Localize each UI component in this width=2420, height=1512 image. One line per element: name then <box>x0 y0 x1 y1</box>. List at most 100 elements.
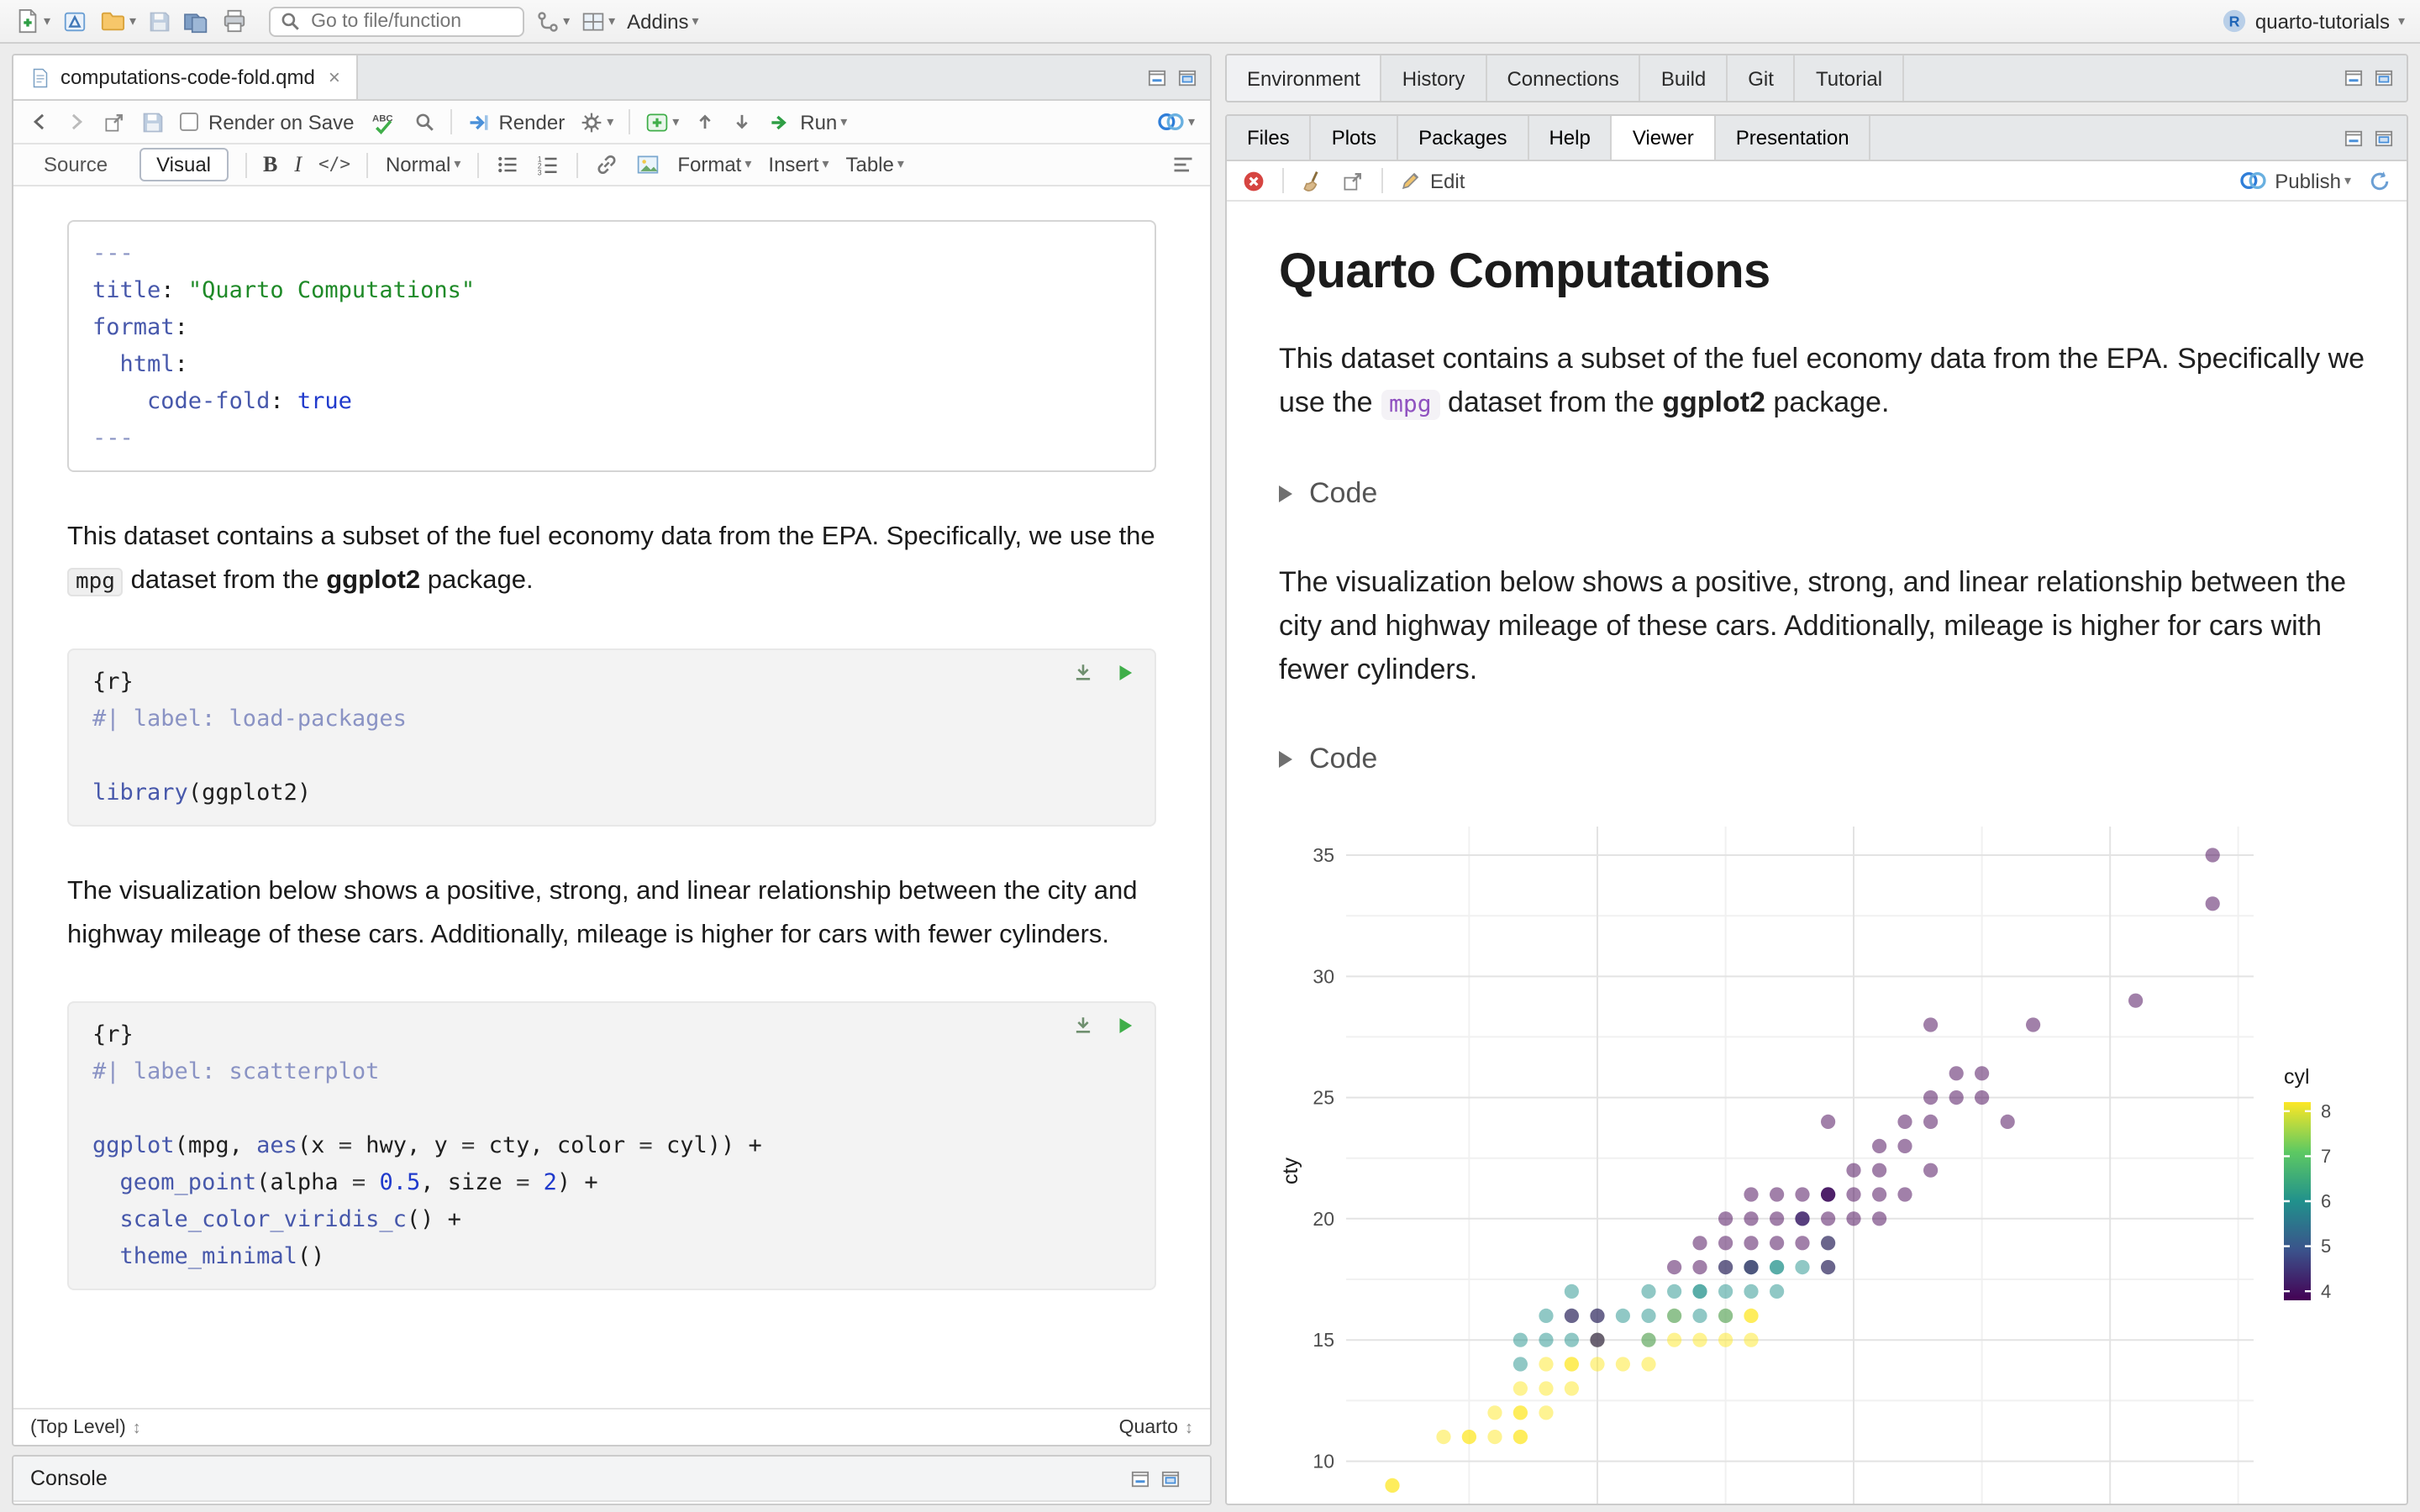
svg-text:5: 5 <box>2321 1236 2331 1257</box>
minimize-pane-icon[interactable] <box>1131 1469 1150 1488</box>
maximize-pane-icon[interactable] <box>1178 68 1197 87</box>
code-fold-toggle[interactable]: Code <box>1279 743 2393 776</box>
right-column: Environment History Connections Build Gi… <box>1225 54 2408 1505</box>
code-fold-label: Code <box>1309 743 1378 774</box>
code-chunk-scatterplot[interactable]: {r} #| label: scatterplot ggplot(mpg, aes… <box>67 1001 1156 1290</box>
render-button[interactable]: Render <box>466 110 565 134</box>
link-icon[interactable] <box>595 153 618 176</box>
chunk-actions <box>1072 1015 1136 1037</box>
print-button[interactable] <box>222 8 247 34</box>
updown-icon: ↕ <box>1185 1419 1193 1437</box>
open-in-browser-icon[interactable] <box>1341 169 1365 192</box>
publish-button[interactable]: Publish ▾ <box>2238 169 2351 192</box>
bullet-list-icon[interactable] <box>496 153 519 176</box>
numbered-list-icon[interactable]: 123 <box>536 153 560 176</box>
yaml-block[interactable]: --- title: "Quarto Computations" format: h… <box>67 220 1156 472</box>
scope-selector[interactable]: (Top Level) ↕ <box>30 1417 141 1437</box>
tab-viewer[interactable]: Viewer <box>1612 116 1716 160</box>
maximize-pane-icon[interactable] <box>2375 69 2393 87</box>
chevron-down-icon: ▾ <box>672 113 680 129</box>
tab-packages[interactable]: Packages <box>1398 116 1529 160</box>
editor-tab[interactable]: computations-code-fold.qmd × <box>13 55 359 99</box>
save-all-button[interactable] <box>183 9 210 33</box>
popout-icon[interactable] <box>103 110 126 134</box>
viewer-toolbar: Edit Publish ▾ <box>1227 161 2407 202</box>
edit-button[interactable]: Edit <box>1400 169 1465 192</box>
new-file-icon <box>15 8 40 34</box>
render-on-save-checkbox[interactable]: Render on Save <box>180 110 354 134</box>
chunk-code: {r} #| label: load-packages library(ggplo… <box>92 664 1131 811</box>
italic-button[interactable]: I <box>294 151 302 178</box>
code-fold-toggle[interactable]: Code <box>1279 477 2393 511</box>
refresh-icon[interactable] <box>2368 169 2391 192</box>
addins-menu[interactable]: Addins ▾ <box>627 9 698 33</box>
tab-connections[interactable]: Connections <box>1486 55 1641 101</box>
tab-presentation[interactable]: Presentation <box>1716 116 1871 160</box>
find-icon[interactable] <box>413 111 434 133</box>
tab-history[interactable]: History <box>1382 55 1487 101</box>
document-icon <box>30 66 50 88</box>
back-icon[interactable] <box>29 111 50 133</box>
new-project-button[interactable] <box>62 8 87 34</box>
publish-button[interactable]: ▾ <box>1156 111 1195 133</box>
visual-editor-canvas[interactable]: --- title: "Quarto Computations" format: h… <box>13 186 1210 1408</box>
code-chunk-load-packages[interactable]: {r} #| label: load-packages library(ggplo… <box>67 648 1156 827</box>
run-chunk-icon[interactable] <box>1114 662 1136 684</box>
insert-chunk-button[interactable]: ▾ <box>645 110 679 134</box>
table-menu[interactable]: Table ▾ <box>845 153 903 176</box>
chevron-down-icon: ▾ <box>563 13 571 28</box>
format-menu[interactable]: Format ▾ <box>677 153 751 176</box>
forward-icon[interactable] <box>66 111 87 133</box>
run-chunks-above-icon[interactable] <box>1072 662 1094 684</box>
run-previous-icon[interactable] <box>694 111 716 133</box>
tab-build[interactable]: Build <box>1641 55 1728 101</box>
tab-tutorial[interactable]: Tutorial <box>1796 55 1905 101</box>
project-menu[interactable]: R quarto-tutorials ▾ <box>2222 8 2405 34</box>
run-chunk-icon[interactable] <box>1114 1015 1136 1037</box>
gear-icon <box>580 110 603 134</box>
code-format-button[interactable]: </> <box>318 155 350 175</box>
minimize-pane-icon[interactable] <box>1148 68 1166 87</box>
scatterplot-figure: 10 15 20 25 30 35 cty cyl 8 7 6 5 4 <box>1279 827 2393 1504</box>
tab-environment[interactable]: Environment <box>1227 55 1382 101</box>
run-chunks-above-icon[interactable] <box>1072 1015 1094 1037</box>
open-file-button[interactable]: ▾ <box>99 8 136 34</box>
run-button[interactable]: Run ▾ <box>768 110 847 134</box>
new-file-button[interactable]: ▾ <box>15 8 50 34</box>
tab-plots[interactable]: Plots <box>1312 116 1399 160</box>
minimize-pane-icon[interactable] <box>2344 69 2363 87</box>
tab-help[interactable]: Help <box>1528 116 1612 160</box>
image-icon[interactable] <box>635 153 660 176</box>
new-project-icon <box>62 8 87 34</box>
checkbox-icon <box>180 113 198 131</box>
source-mode-button[interactable]: Source <box>29 150 123 180</box>
render-settings-button[interactable]: ▾ <box>580 110 613 134</box>
paragraph[interactable]: The visualization below shows a positive… <box>67 870 1156 958</box>
save-icon[interactable] <box>141 110 165 134</box>
maximize-pane-icon[interactable] <box>2375 129 2393 147</box>
minimize-pane-icon[interactable] <box>2344 129 2363 147</box>
run-next-icon[interactable] <box>731 111 753 133</box>
goto-file-input[interactable] <box>308 9 515 33</box>
save-button[interactable] <box>148 9 171 33</box>
paragraph[interactable]: This dataset contains a subset of the fu… <box>67 516 1156 605</box>
stop-icon[interactable] <box>1242 169 1265 192</box>
console-header[interactable]: Console <box>13 1457 1210 1502</box>
insert-label: Insert <box>768 153 819 176</box>
chevron-down-icon: ▾ <box>822 156 829 171</box>
svg-text:6: 6 <box>2321 1191 2331 1212</box>
bold-button[interactable]: B <box>263 151 277 178</box>
close-icon[interactable]: × <box>329 66 340 89</box>
tab-git[interactable]: Git <box>1728 55 1796 101</box>
doc-type-selector[interactable]: Quarto ↕ <box>1119 1417 1193 1437</box>
tab-files[interactable]: Files <box>1227 116 1312 160</box>
insert-menu[interactable]: Insert ▾ <box>768 153 829 176</box>
maximize-pane-icon[interactable] <box>1161 1469 1180 1488</box>
vcs-button[interactable]: ▾ <box>536 9 570 33</box>
paragraph-style-menu[interactable]: Normal ▾ <box>386 153 460 176</box>
outline-toggle-icon[interactable] <box>1171 153 1195 176</box>
visual-mode-button[interactable]: Visual <box>139 148 228 181</box>
clear-viewer-icon[interactable] <box>1301 169 1324 192</box>
spellcheck-icon[interactable]: ABC <box>369 110 397 134</box>
pane-layout-button[interactable]: ▾ <box>581 9 615 33</box>
